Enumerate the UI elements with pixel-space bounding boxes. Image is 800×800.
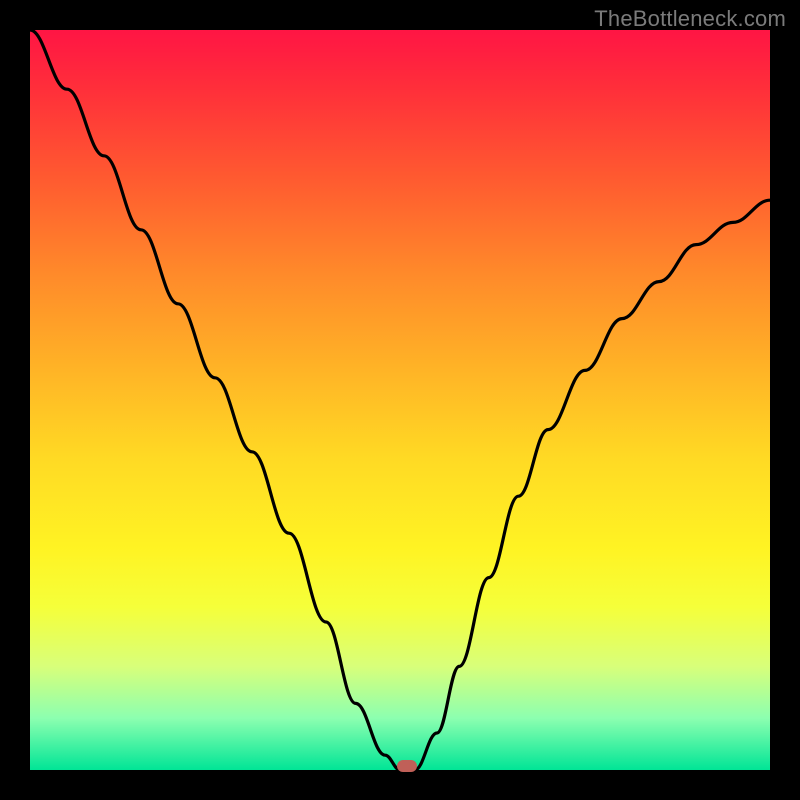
chart-frame: TheBottleneck.com xyxy=(0,0,800,800)
plot-area xyxy=(30,30,770,770)
bottleneck-curve xyxy=(30,30,770,770)
watermark-text: TheBottleneck.com xyxy=(594,6,786,32)
optimal-point-marker xyxy=(397,760,417,772)
